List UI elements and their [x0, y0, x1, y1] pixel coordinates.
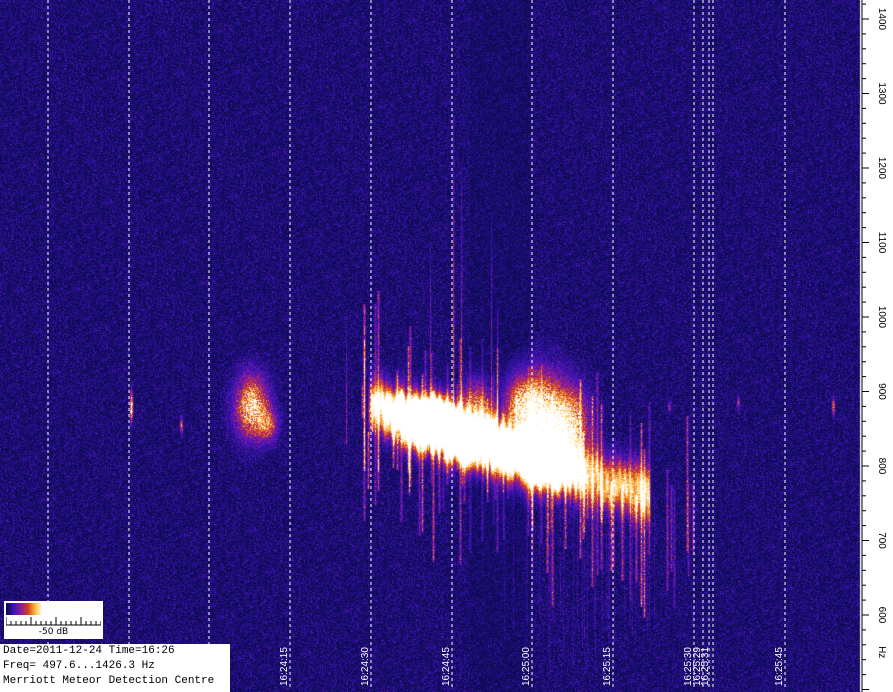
- y-tick-label: 800: [876, 458, 887, 475]
- x-tick-label: 16:25:00: [521, 647, 532, 686]
- legend-db-label: -50 dB: [38, 627, 69, 637]
- y-axis-unit: Hz: [876, 646, 887, 658]
- x-tick-label: 16:25:31: [700, 647, 711, 686]
- date-time-text: Date=2011-12-24 Time=16:26: [3, 645, 175, 657]
- station-name-text: Merriott Meteor Detection Centre: [3, 675, 215, 687]
- y-tick-label: 900: [876, 383, 887, 400]
- y-tick-label: 1000: [876, 306, 887, 329]
- color-scale-legend: -50 dB: [4, 601, 103, 639]
- info-panel: Date=2011-12-24 Time=16:26 Freq= 497.6..…: [0, 644, 230, 692]
- x-tick-label: 16:25:45: [774, 647, 785, 686]
- color-gradient-bar: [6, 603, 101, 615]
- frequency-range-text: Freq= 497.6...1426.3 Hz: [3, 660, 155, 672]
- y-tick-label: 1200: [876, 157, 887, 180]
- legend-scale-ticks: [6, 617, 101, 626]
- y-tick-label: 700: [876, 532, 887, 549]
- x-tick-label: 16:25:15: [602, 647, 613, 686]
- y-tick-label: 1300: [876, 82, 887, 105]
- x-tick-label: 16:24:15: [279, 647, 290, 686]
- y-tick-label: 1100: [876, 232, 887, 254]
- y-tick-label: 1400: [876, 8, 887, 31]
- chart-overlay: 16:24:15 16:24:30 16:24:45 16:25:00 16:25:15…: [47, 0, 887, 692]
- x-tick-label: 16:24:30: [360, 647, 371, 686]
- x-tick-label: 16:24:45: [441, 647, 452, 686]
- y-tick-label: 600: [876, 607, 887, 624]
